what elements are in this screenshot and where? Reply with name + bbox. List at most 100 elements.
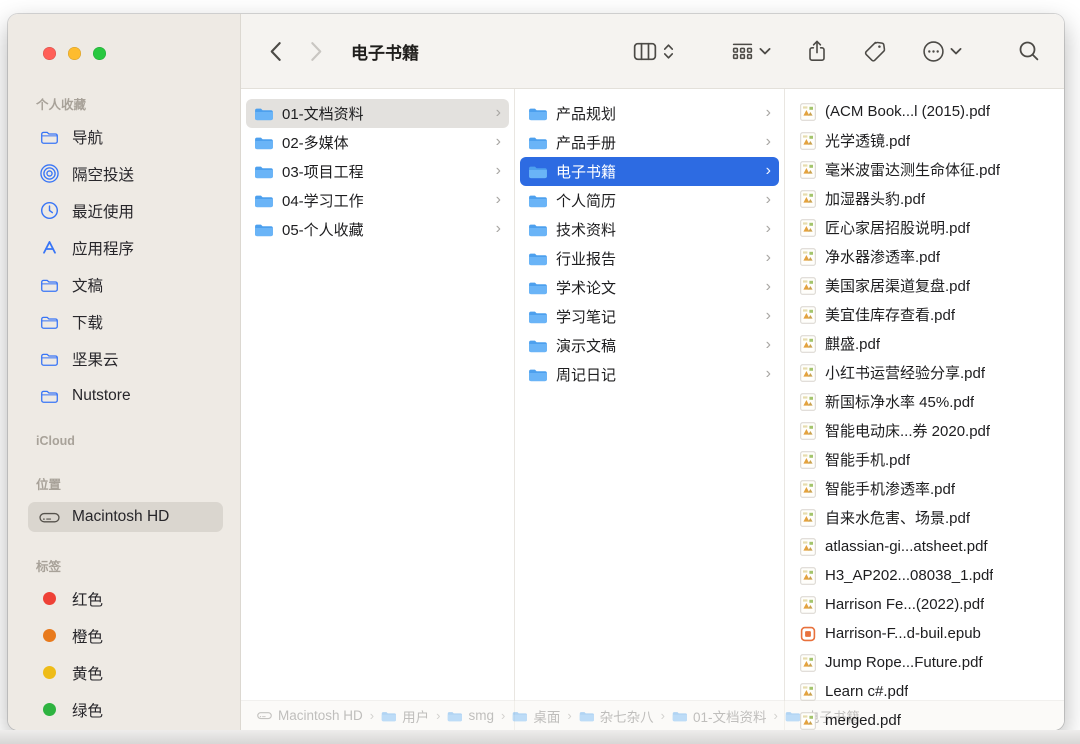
chevron-right-icon: › xyxy=(766,337,771,353)
folder-row[interactable]: 个人简历› xyxy=(520,186,779,215)
chevron-right-icon: › xyxy=(496,192,501,208)
folder-icon xyxy=(528,106,547,121)
folder-row[interactable]: 02-多媒体› xyxy=(246,128,509,157)
file-row[interactable]: 毫米波雷达测生命体征.pdf xyxy=(785,155,1064,184)
file-row[interactable]: 麒盛.pdf xyxy=(785,329,1064,358)
folder-outline-icon xyxy=(38,277,60,293)
folder-icon xyxy=(528,280,547,295)
file-row[interactable]: 小红书运营经验分享.pdf xyxy=(785,358,1064,387)
sidebar-item-label: 下载 xyxy=(72,311,103,333)
sidebar-item[interactable]: 最近使用 xyxy=(28,192,223,229)
folder-row[interactable]: 04-学习工作› xyxy=(246,186,509,215)
share-button[interactable] xyxy=(807,39,827,63)
forward-button[interactable] xyxy=(310,41,323,62)
file-row[interactable]: 美国家居渠道复盘.pdf xyxy=(785,271,1064,300)
file-row[interactable]: 加湿器头豹.pdf xyxy=(785,184,1064,213)
path-item[interactable]: 用户 xyxy=(381,706,429,726)
folder-row[interactable]: 周记日记› xyxy=(520,360,779,389)
sidebar-item[interactable]: 黄色 xyxy=(28,654,223,691)
epub-file-icon xyxy=(799,625,816,643)
file-name: 自来水危害、场景.pdf xyxy=(825,507,970,528)
pdf-file-icon xyxy=(799,422,816,440)
file-name: (ACM Book...l (2015).pdf xyxy=(825,103,990,120)
sidebar-item[interactable]: 绿色 xyxy=(28,691,223,728)
pdf-file-icon xyxy=(799,683,816,701)
file-row[interactable]: 智能电动床...券 2020.pdf xyxy=(785,416,1064,445)
sidebar-item[interactable]: 隔空投送 xyxy=(28,155,223,192)
sidebar-item[interactable]: 红色 xyxy=(28,580,223,617)
sidebar-item[interactable]: 下载 xyxy=(28,303,223,340)
folder-name: 学术论文 xyxy=(556,277,616,298)
search-icon xyxy=(1018,40,1040,62)
file-row[interactable]: merged.pdf xyxy=(785,706,1064,730)
path-item[interactable]: 杂七杂八 xyxy=(579,706,654,726)
path-item[interactable]: smg xyxy=(447,708,494,723)
file-row[interactable]: Harrison Fe...(2022).pdf xyxy=(785,590,1064,619)
file-name: 智能电动床...券 2020.pdf xyxy=(825,420,990,441)
search-button[interactable] xyxy=(1018,40,1040,62)
folder-row[interactable]: 学术论文› xyxy=(520,273,779,302)
sidebar-item[interactable]: Nutstore xyxy=(28,377,223,414)
folder-name: 01-文档资料 xyxy=(282,103,364,124)
file-row[interactable]: (ACM Book...l (2015).pdf xyxy=(785,97,1064,126)
toolbar: 电子书籍 xyxy=(241,14,1064,89)
file-row[interactable]: H3_AP202...08038_1.pdf xyxy=(785,561,1064,590)
path-item[interactable]: 桌面 xyxy=(512,706,560,726)
sidebar-item[interactable]: 导航 xyxy=(28,118,223,155)
file-row[interactable]: Harrison-F...d-buil.epub xyxy=(785,619,1064,648)
file-row[interactable]: atlassian-gi...atsheet.pdf xyxy=(785,532,1064,561)
sidebar-item[interactable]: 橙色 xyxy=(28,617,223,654)
minimize-window-button[interactable] xyxy=(68,47,81,60)
folder-row[interactable]: 学习笔记› xyxy=(520,302,779,331)
folder-row[interactable]: 行业报告› xyxy=(520,244,779,273)
folder-row[interactable]: 电子书籍› xyxy=(520,157,779,186)
path-bar-items: Macintosh HD›用户›smg›桌面›杂七杂八›01-文档资料›电子书籍 xyxy=(257,706,860,726)
file-row[interactable]: 智能手机渗透率.pdf xyxy=(785,474,1064,503)
path-item[interactable]: 01-文档资料 xyxy=(672,706,767,726)
sidebar-item-label: Nutstore xyxy=(72,387,131,405)
back-button[interactable] xyxy=(269,41,282,62)
file-name: merged.pdf xyxy=(825,712,901,729)
file-name: H3_AP202...08038_1.pdf xyxy=(825,567,993,584)
folder-icon xyxy=(528,135,547,150)
folder-name: 演示文稿 xyxy=(556,335,616,356)
sidebar-item-label: 最近使用 xyxy=(72,200,134,222)
file-row[interactable]: 匠心家居招股说明.pdf xyxy=(785,213,1064,242)
sidebar-item[interactable]: Macintosh HD xyxy=(28,502,223,532)
folder-name: 产品手册 xyxy=(556,132,616,153)
file-row[interactable]: 智能手机.pdf xyxy=(785,445,1064,474)
zoom-window-button[interactable] xyxy=(93,47,106,60)
sidebar-section-label: 标签 xyxy=(36,556,223,575)
file-row[interactable]: 美宜佳库存查看.pdf xyxy=(785,300,1064,329)
file-row[interactable]: Learn c#.pdf xyxy=(785,677,1064,706)
sidebar-item[interactable]: 应用程序 xyxy=(28,229,223,266)
folder-row[interactable]: 03-项目工程› xyxy=(246,157,509,186)
sidebar-item[interactable]: 坚果云 xyxy=(28,340,223,377)
folder-row[interactable]: 产品规划› xyxy=(520,99,779,128)
group-button[interactable] xyxy=(731,42,771,61)
tag-button[interactable] xyxy=(863,40,886,63)
folder-row[interactable]: 演示文稿 › xyxy=(520,331,779,360)
file-row[interactable]: Jump Rope...Future.pdf xyxy=(785,648,1064,677)
file-name: 净水器渗透率.pdf xyxy=(825,246,940,267)
close-window-button[interactable] xyxy=(43,47,56,60)
file-row[interactable]: 光学透镜.pdf xyxy=(785,126,1064,155)
folder-icon xyxy=(528,251,547,266)
sidebar-item[interactable]: 文稿 xyxy=(28,266,223,303)
folder-row[interactable]: 01-文档资料› xyxy=(246,99,509,128)
file-name: 麒盛.pdf xyxy=(825,333,880,354)
chevron-right-icon: › xyxy=(766,105,771,121)
folder-row[interactable]: 技术资料› xyxy=(520,215,779,244)
folder-row[interactable]: 05-个人收藏› xyxy=(246,215,509,244)
more-actions-button[interactable] xyxy=(922,40,962,63)
path-separator: › xyxy=(501,708,505,723)
view-mode-button[interactable] xyxy=(633,42,675,61)
file-row[interactable]: 新国标净水率 45%.pdf xyxy=(785,387,1064,416)
sidebar-list: 个人收藏导航隔空投送最近使用应用程序文稿下载坚果云NutstoreiCloud位… xyxy=(8,14,240,728)
folder-name: 个人简历 xyxy=(556,190,616,211)
file-row[interactable]: 自来水危害、场景.pdf xyxy=(785,503,1064,532)
path-item[interactable]: Macintosh HD xyxy=(257,708,363,723)
folder-name: 学习笔记 xyxy=(556,306,616,327)
folder-row[interactable]: 产品手册› xyxy=(520,128,779,157)
file-row[interactable]: 净水器渗透率.pdf xyxy=(785,242,1064,271)
